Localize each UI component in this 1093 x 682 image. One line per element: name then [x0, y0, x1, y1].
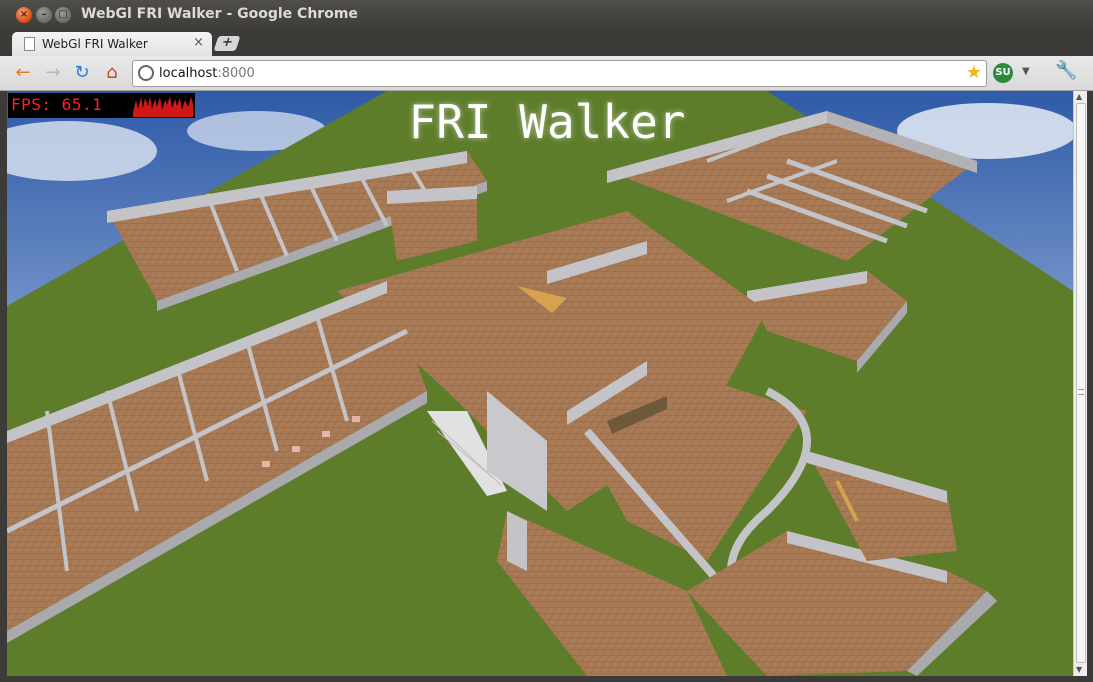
url-port: :8000	[217, 66, 255, 81]
window-border-right	[1087, 91, 1093, 682]
fps-text: FPS: 65.1	[11, 95, 102, 114]
window-border-left	[0, 91, 7, 676]
tab-strip: WebGl FRI Walker × +	[0, 30, 1093, 56]
url-host: localhost	[159, 66, 218, 81]
fps-label: FPS:	[11, 95, 52, 114]
window-minimize-button[interactable]: –	[36, 7, 52, 23]
tab-label: WebGl FRI Walker	[42, 37, 148, 51]
page-title: FRI Walker	[408, 95, 686, 149]
stumbleupon-extension-icon[interactable]: SU	[993, 63, 1013, 83]
forward-arrow-icon[interactable]: →	[42, 62, 64, 84]
scroll-down-icon[interactable]: ▼	[1076, 665, 1082, 674]
tab-close-icon[interactable]: ×	[193, 35, 204, 50]
chevron-down-icon[interactable]: ▼	[1022, 66, 1030, 77]
back-arrow-icon[interactable]: ←	[12, 62, 34, 84]
scrollbar-grip	[1078, 389, 1084, 395]
scrollbar-thumb[interactable]	[1076, 103, 1086, 663]
address-bar[interactable]: localhost:8000 ★	[132, 60, 987, 87]
new-tab-button[interactable]: +	[213, 35, 241, 51]
vertical-scrollbar[interactable]: ▲ ▼	[1073, 91, 1087, 676]
globe-icon	[138, 65, 154, 81]
window-title: WebGl FRI Walker - Google Chrome	[81, 6, 358, 22]
url-text[interactable]: localhost:8000	[159, 66, 255, 81]
page-icon	[24, 37, 35, 51]
window-maximize-button[interactable]: □	[55, 7, 71, 23]
browser-toolbar: ← → ↻ ⌂ localhost:8000 ★ SU ▼ 🔧	[0, 56, 1093, 91]
window-close-button[interactable]: ×	[16, 7, 32, 23]
building-3d-scene	[7, 91, 1073, 676]
browser-window: × – □ WebGl FRI Walker - Google Chrome W…	[0, 0, 1093, 682]
home-icon[interactable]: ⌂	[101, 62, 123, 84]
wrench-menu-icon[interactable]: 🔧	[1055, 60, 1077, 81]
fps-graph	[133, 96, 193, 117]
scroll-up-icon[interactable]: ▲	[1076, 92, 1082, 101]
reload-icon[interactable]: ↻	[71, 62, 93, 84]
window-titlebar: × – □ WebGl FRI Walker - Google Chrome	[0, 0, 1093, 30]
webgl-canvas[interactable]: FPS: 65.1 FRI Walker	[7, 91, 1073, 676]
fps-value: 65.1	[61, 95, 103, 114]
bookmark-star-icon[interactable]: ★	[966, 62, 982, 83]
fps-counter: FPS: 65.1	[8, 93, 195, 118]
tab-webgl-fri-walker[interactable]: WebGl FRI Walker ×	[12, 32, 212, 56]
window-border-bottom	[0, 676, 1093, 682]
